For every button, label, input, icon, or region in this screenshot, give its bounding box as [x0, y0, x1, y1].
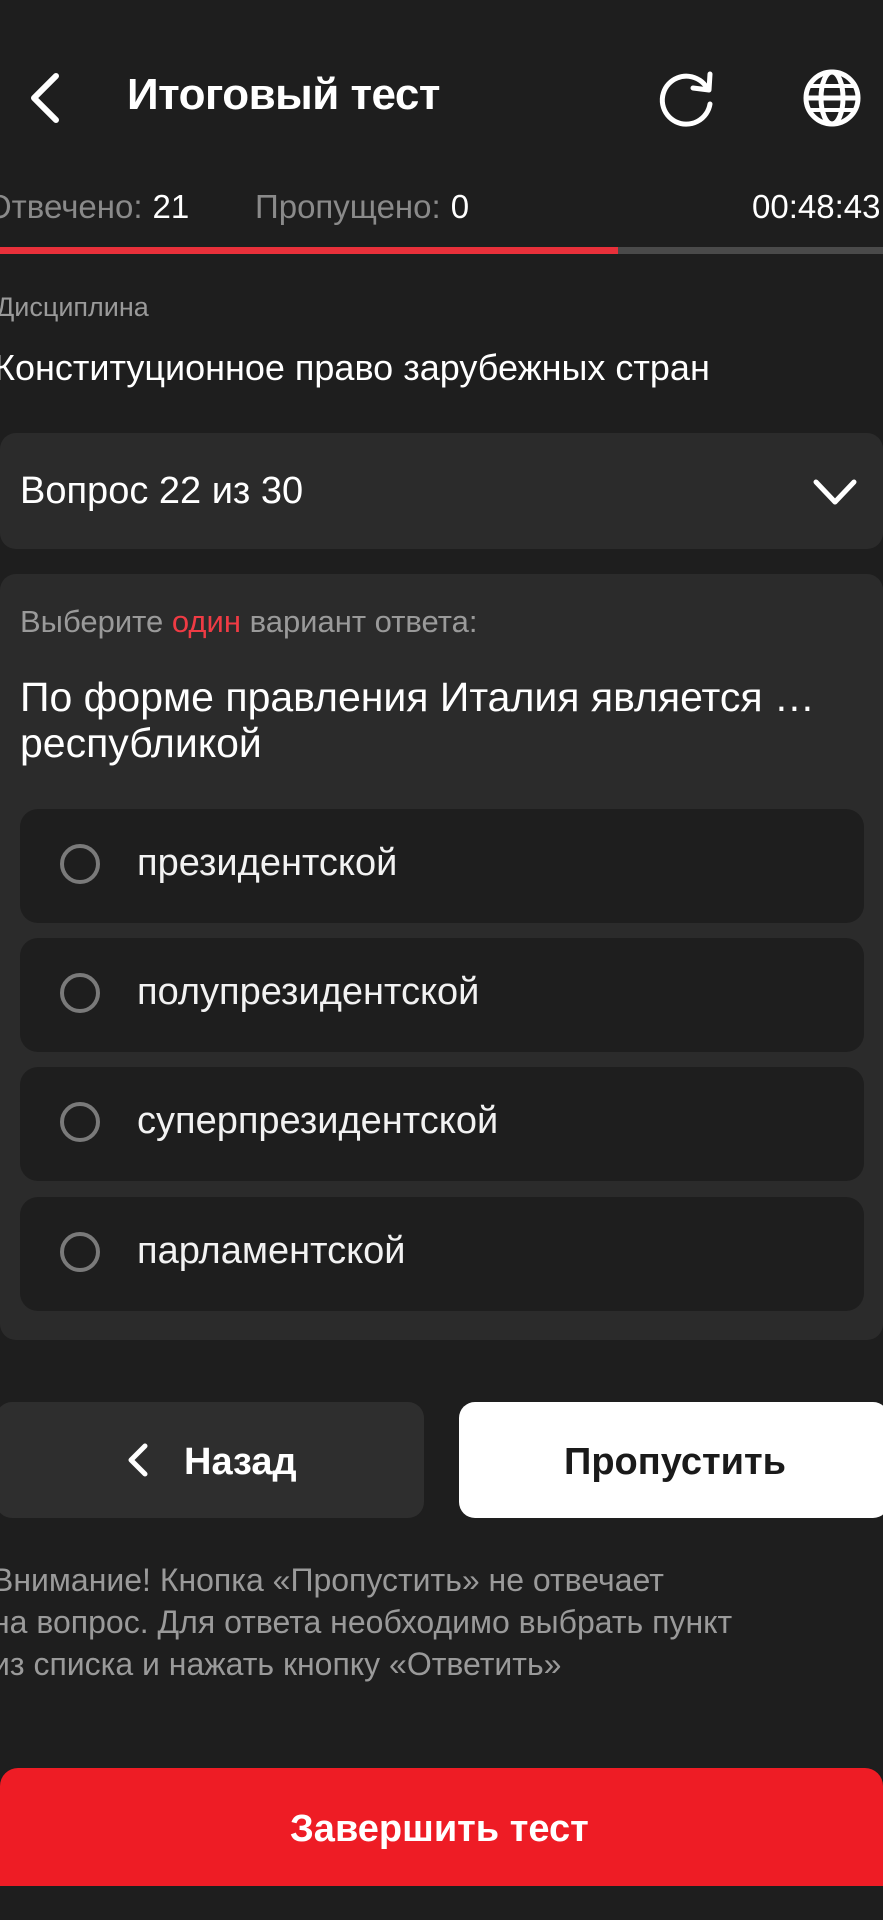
back-button[interactable] [20, 62, 70, 134]
question-text: По форме правления Италия является … рес… [20, 674, 815, 766]
refresh-icon [659, 71, 713, 127]
refresh-button[interactable] [656, 66, 720, 130]
note-line: Внимание! Кнопка «Пропустить» не отвечае… [0, 1562, 664, 1598]
skipped-value: 0 [450, 188, 470, 225]
answer-option[interactable]: парламентской [20, 1197, 864, 1311]
discipline-value: Конституционное право зарубежных стран [0, 347, 710, 388]
chevron-left-icon [31, 73, 59, 123]
answer-instruction: Выберите один вариант ответа: [20, 604, 477, 640]
note-line: на вопрос. Для ответа необходимо выбрать… [0, 1604, 733, 1640]
instruction-accent: один [171, 604, 241, 639]
answer-option-label: полупрезидентской [137, 971, 480, 1013]
progress-bar [0, 247, 883, 254]
answer-option[interactable]: президентской [20, 809, 864, 923]
page-title: Итоговый тест [127, 70, 440, 119]
progress-fill [0, 247, 619, 254]
radio-button[interactable] [60, 1232, 100, 1272]
chevron-down-icon[interactable] [812, 474, 858, 510]
finish-test-label: Завершить тест [290, 1808, 589, 1850]
answered-value: 21 [152, 188, 190, 225]
radio-button[interactable] [60, 1102, 100, 1142]
answered-label: Отвечено: [0, 188, 143, 225]
answer-option[interactable]: полупрезидентской [20, 938, 864, 1052]
radio-button[interactable] [60, 973, 100, 1013]
skip-warning-note: Внимание! Кнопка «Пропустить» не отвечае… [0, 1559, 872, 1685]
answer-option-label: суперпрезидентской [137, 1100, 499, 1142]
radio-button[interactable] [60, 844, 100, 884]
timer: 00:48:43 [752, 188, 881, 225]
chevron-left-icon [125, 1442, 151, 1478]
globe-icon [803, 69, 861, 127]
discipline-label: Дисциплина [0, 292, 149, 322]
back-nav-label: Назад [184, 1441, 297, 1483]
skip-label: Пропустить [564, 1441, 786, 1483]
answer-option[interactable]: суперпрезидентской [20, 1067, 864, 1181]
instruction-text-end: вариант ответа: [240, 604, 478, 639]
note-line: из списка и нажать кнопку «Ответить» [0, 1646, 562, 1682]
answered-stat: Отвечено: 21 [0, 188, 189, 226]
language-button[interactable] [800, 66, 864, 130]
header: Итоговый тест [0, 0, 883, 190]
skipped-stat: Пропущено: 0 [255, 188, 469, 226]
answer-option-label: президентской [137, 842, 398, 884]
question-selector-label: Вопрос 22 из 30 [20, 470, 304, 512]
instruction-text: Выберите [20, 604, 172, 639]
answer-option-label: парламентской [137, 1230, 406, 1272]
skipped-label: Пропущено: [255, 188, 441, 225]
